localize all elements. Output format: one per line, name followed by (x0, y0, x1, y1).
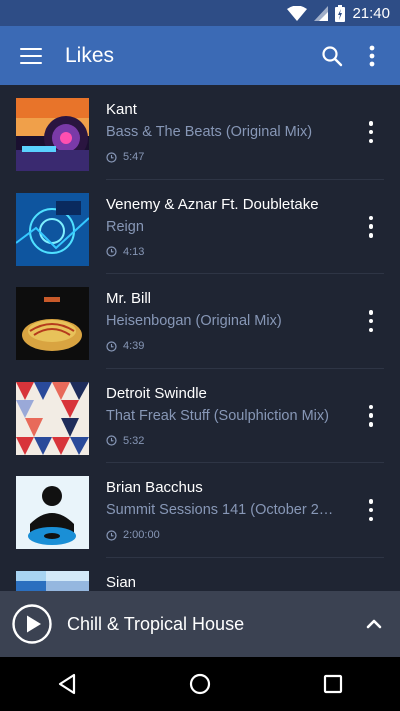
dot (368, 422, 374, 427)
track-artwork (16, 476, 89, 549)
home-button[interactable] (180, 664, 220, 704)
track-artwork (16, 287, 89, 360)
track-artist: Sian (106, 573, 137, 591)
overflow-menu-button[interactable] (352, 36, 392, 76)
recents-button[interactable] (313, 664, 353, 704)
dot (368, 233, 374, 238)
track-artist: Kant (106, 101, 137, 118)
track-row[interactable]: Brian Bacchus Summit Sessions 141 (Octob… (0, 463, 400, 558)
track-title: Summit Sessions 141 (October 2014) (106, 502, 336, 518)
track-row[interactable]: Sian (0, 558, 400, 591)
dot (368, 516, 374, 521)
battery-icon (335, 4, 346, 22)
track-duration-text: 5:32 (123, 434, 145, 447)
cell-signal-icon (314, 5, 329, 21)
track-artwork (16, 192, 89, 266)
track-duration: 5:32 (106, 435, 144, 447)
dot (368, 413, 374, 418)
dot (368, 404, 374, 409)
dot (368, 507, 374, 513)
track-more-button[interactable] (360, 214, 382, 240)
track-duration: 2:00:00 (106, 529, 160, 541)
more-vert-icon (369, 45, 375, 66)
wifi-icon (287, 5, 308, 21)
menu-icon-bar-top (20, 47, 42, 50)
track-duration-text: 2:00:00 (123, 529, 160, 541)
search-icon (322, 45, 343, 66)
back-triangle-icon (58, 673, 75, 695)
dot (368, 224, 374, 229)
page-title: Likes (65, 43, 115, 67)
mini-player[interactable]: Chill & Tropical House (0, 591, 400, 657)
play-icon[interactable] (12, 604, 52, 644)
track-more-button[interactable] (360, 497, 382, 523)
track-duration-text: 4:39 (123, 340, 145, 352)
now-playing-title: Chill & Tropical House (67, 613, 245, 634)
track-row[interactable]: Detroit Swindle That Freak Stuff (Soulph… (0, 369, 400, 463)
track-artwork (16, 381, 89, 455)
system-nav-bar (0, 657, 400, 711)
track-row[interactable]: Mr. Bill Heisenbogan (Original Mix) 4:39 (0, 274, 400, 369)
dot (368, 138, 374, 143)
track-artwork (16, 98, 89, 171)
menu-icon-bar-middle (20, 54, 42, 57)
dot (368, 121, 374, 126)
track-row[interactable]: Kant Bass & The Beats (Original Mix) 5:4… (0, 85, 400, 180)
chevron-up-icon[interactable] (364, 614, 384, 634)
search-button[interactable] (312, 36, 352, 76)
track-title: Bass & The Beats (Original Mix) (106, 124, 313, 140)
track-duration: 4:39 (106, 340, 144, 352)
dot (368, 129, 374, 135)
track-more-button[interactable] (360, 403, 382, 429)
likes-list[interactable]: Kant Bass & The Beats (Original Mix) 5:4… (0, 85, 400, 591)
track-title: Reign (106, 218, 144, 235)
back-button[interactable] (47, 664, 87, 704)
track-more-button[interactable] (360, 119, 382, 145)
track-artwork (16, 570, 89, 591)
track-row[interactable]: Venemy & Aznar Ft. Doubletake Reign 4:13 (0, 180, 400, 274)
clock-icon (106, 435, 117, 446)
track-more-button[interactable] (360, 308, 382, 334)
track-artist: Detroit Swindle (106, 384, 207, 402)
track-title: That Freak Stuff (Soulphiction Mix) (106, 407, 329, 424)
clock-icon (106, 529, 117, 541)
track-title: Heisenbogan (Original Mix) (106, 313, 282, 329)
dot (368, 318, 374, 324)
dot (368, 327, 374, 332)
dot (368, 215, 374, 220)
menu-button[interactable] (20, 47, 42, 64)
dot (368, 499, 374, 504)
track-artist: Brian Bacchus (106, 479, 203, 496)
recents-square-icon (324, 674, 343, 694)
clock-icon (106, 151, 117, 163)
track-artist: Mr. Bill (106, 290, 151, 307)
status-bar: 21:40 (0, 0, 400, 26)
status-time: 21:40 (352, 4, 390, 22)
home-circle-icon (189, 673, 211, 695)
track-duration-text: 4:13 (123, 245, 145, 258)
track-duration: 5:47 (106, 151, 144, 163)
track-duration: 4:13 (106, 246, 144, 258)
dot (368, 310, 374, 315)
app-bar: Likes (0, 26, 400, 85)
track-artist: Venemy & Aznar Ft. Doubletake (106, 195, 319, 213)
track-duration-text: 5:47 (123, 151, 145, 163)
clock-icon (106, 246, 117, 257)
menu-icon-bar-bottom (20, 61, 42, 64)
clock-icon (106, 340, 117, 352)
